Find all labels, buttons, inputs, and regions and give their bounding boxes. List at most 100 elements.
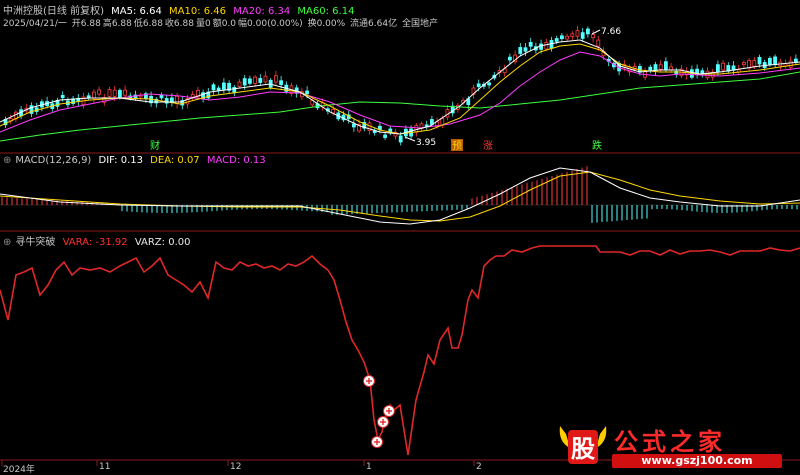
- candle-body: [159, 95, 164, 99]
- candle-body: [247, 78, 252, 84]
- x-axis-label: 1: [366, 462, 372, 472]
- candle-body: [580, 32, 585, 39]
- candle-body: [554, 38, 559, 42]
- candle-body: [664, 61, 668, 70]
- ma60-line: [0, 71, 800, 142]
- candle-body: [216, 87, 221, 91]
- candle-body: [190, 94, 195, 98]
- candle-body: [253, 76, 258, 84]
- candle-body: [560, 35, 564, 40]
- info-float: 流通6.64亿: [350, 19, 398, 29]
- candle-body: [721, 62, 725, 71]
- info-high: 高6.88: [102, 19, 132, 29]
- info-close: 收6.88: [164, 19, 194, 29]
- candle-body: [221, 82, 226, 90]
- ma5-line: [0, 39, 800, 135]
- candle-body: [669, 66, 673, 71]
- label-yu: 预: [452, 140, 462, 152]
- candle-body: [586, 28, 590, 35]
- info-turnover: 换0.00%: [307, 19, 346, 29]
- candle-body: [107, 89, 112, 97]
- info-amount: 额0.0: [212, 19, 237, 29]
- candle-body: [596, 39, 601, 47]
- x-axis-label: 2: [476, 462, 482, 472]
- candle-body: [788, 60, 793, 68]
- indicator-panel-header: ⊕ 寻牛突破 VARA: -31.92 VARZ: 0.00: [3, 233, 194, 248]
- high-price-marker: 7.66: [591, 27, 621, 37]
- info-change: 幅0.00(0.00%): [238, 19, 303, 29]
- candle-body: [648, 66, 653, 71]
- candle-body: [487, 82, 492, 86]
- watermark-logo-icon: 股: [559, 426, 607, 464]
- macd-collapse-icon[interactable]: ⊕: [3, 155, 11, 166]
- candle-body: [539, 43, 543, 50]
- info-volume: 量0: [195, 19, 211, 29]
- candle-body: [518, 47, 523, 54]
- macd-panel-header: ⊕ MACD(12,26,9) DIF: 0.13 DEA: 0.07 MACD:…: [3, 155, 270, 166]
- buy-signal-marker: [363, 375, 375, 387]
- candle-body: [242, 78, 247, 86]
- price-panel-header: 中洲控股(日线 前复权) MA5: 6.64 MA10: 6.46 MA20: …: [3, 2, 358, 17]
- info-open: 开6.88: [71, 19, 101, 29]
- watermark: 股 公式之家 www.gszj100.com: [556, 420, 794, 470]
- watermark-logo-text: 股: [571, 435, 595, 463]
- candle-body: [575, 30, 580, 37]
- candle-body: [211, 84, 216, 91]
- candle-body: [653, 64, 658, 71]
- low-price-marker: 3.95: [404, 136, 436, 148]
- dea-value: DEA: 0.07: [150, 155, 200, 166]
- buy-signal-markers: [363, 375, 395, 448]
- candle-body: [773, 56, 777, 66]
- x-axis-label: 12: [230, 462, 242, 472]
- candle-body: [351, 123, 356, 128]
- buy-signal-marker: [377, 416, 389, 428]
- buy-signal-marker: [371, 436, 383, 448]
- candle-body: [752, 60, 757, 67]
- candle-body: [112, 89, 117, 97]
- info-low: 低6.88: [133, 19, 163, 29]
- candle-body: [747, 59, 751, 69]
- indicator-name[interactable]: 寻牛突破: [15, 237, 55, 248]
- low-price-label: 3.95: [416, 138, 436, 148]
- bar-info: 2025/04/21/一 开6.88 高6.88 低6.88 收6.88 量0 额0.0 幅…: [3, 16, 440, 29]
- candle-body: [97, 89, 101, 95]
- candle-body: [60, 95, 65, 99]
- dif-value: DIF: 0.13: [98, 155, 143, 166]
- candle-body: [742, 62, 746, 66]
- high-price-label: 7.66: [601, 27, 621, 37]
- vara-value: VARA: -31.92: [62, 237, 128, 248]
- varz-value: VARZ: 0.00: [134, 237, 191, 248]
- candle-body: [263, 75, 268, 83]
- label-cai: 财: [150, 139, 160, 152]
- candle-body: [273, 75, 278, 83]
- macd-name[interactable]: MACD(12,26,9): [15, 155, 91, 166]
- x-axis-label: 2024年: [3, 465, 35, 475]
- candle-body: [258, 78, 263, 83]
- candle-body: [118, 89, 122, 98]
- candle-body: [528, 41, 533, 47]
- candle-body: [757, 56, 762, 65]
- info-sector: 全国地产: [401, 19, 438, 29]
- candle-body: [591, 34, 595, 39]
- macd-dea-line: [0, 171, 800, 222]
- candle-body: [570, 33, 575, 37]
- indicator-collapse-icon[interactable]: ⊕: [3, 237, 11, 248]
- candle-body: [544, 42, 549, 50]
- candle-body: [658, 64, 663, 70]
- watermark-title: 公式之家: [614, 428, 726, 456]
- macd-histogram[interactable]: [1, 166, 798, 223]
- x-axis-label: 11: [99, 462, 111, 472]
- candle-body: [175, 95, 180, 105]
- candle-body: [507, 56, 512, 61]
- candle-body: [383, 134, 388, 138]
- candle-body: [523, 47, 528, 52]
- candle-body: [279, 80, 284, 86]
- candle-body: [398, 135, 403, 143]
- watermark-url: www.gszj100.com: [612, 454, 782, 468]
- candle-body: [305, 90, 310, 95]
- label-die: 跌: [592, 139, 602, 152]
- candle-body: [768, 57, 772, 65]
- candle-body: [716, 64, 720, 73]
- candle-body: [92, 91, 96, 99]
- info-date: 2025/04/21/一: [3, 19, 67, 29]
